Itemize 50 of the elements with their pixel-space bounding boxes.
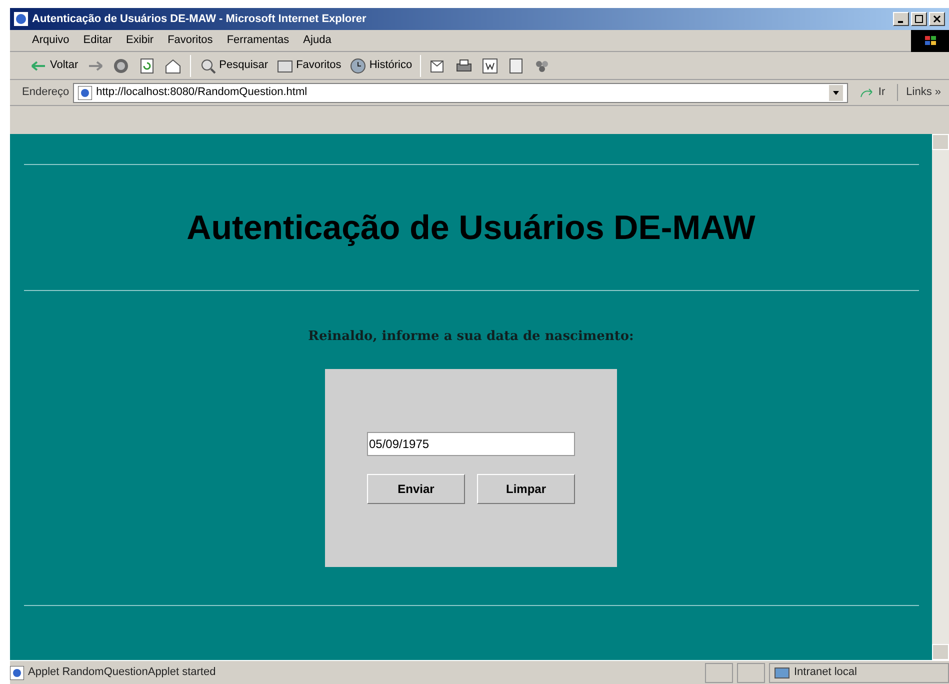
close-button[interactable] xyxy=(929,12,945,26)
maximize-button[interactable] xyxy=(911,12,927,26)
form-button[interactable]: Limpar xyxy=(477,474,575,504)
history-icon xyxy=(349,56,368,74)
stop-icon xyxy=(112,56,130,74)
page-heading: Autenticação de Usuários DE-MAW xyxy=(186,208,756,249)
menu-item[interactable]: Exibir xyxy=(126,32,154,49)
status-pane xyxy=(705,662,733,682)
close-icon xyxy=(933,15,941,23)
intranet-icon xyxy=(774,666,790,680)
scrollbar[interactable] xyxy=(932,134,949,660)
form-button[interactable]: Enviar xyxy=(367,474,465,504)
menu-item[interactable]: Editar xyxy=(83,32,112,49)
back-button[interactable]: Voltar xyxy=(30,56,78,74)
favorites-button[interactable]: Favoritos xyxy=(276,56,342,74)
menu-item[interactable]: Ajuda xyxy=(303,32,332,49)
browser-icon xyxy=(14,12,28,26)
refresh-icon xyxy=(138,56,156,74)
menu-item[interactable]: Arquivo xyxy=(32,32,70,49)
zone-label: Intranet local xyxy=(794,665,857,680)
history-button[interactable]: Histórico xyxy=(349,56,412,74)
search-button[interactable]: Pesquisar xyxy=(199,56,268,74)
maximize-icon xyxy=(915,15,923,23)
page-icon xyxy=(10,666,24,680)
birth-date-field[interactable]: 05/09/1975 xyxy=(367,432,575,456)
address-field[interactable]: http://localhost:8080/RandomQuestion.html xyxy=(73,82,848,102)
windows-logo-icon xyxy=(911,30,949,52)
edit-button[interactable] xyxy=(481,56,500,74)
page-icon xyxy=(507,56,526,74)
search-icon xyxy=(199,56,218,74)
printer-icon xyxy=(455,56,474,74)
prompt-text: Reinaldo, informe a sua data de nascimento: xyxy=(308,328,634,346)
print-button[interactable] xyxy=(455,56,474,74)
stop-button[interactable] xyxy=(112,56,130,74)
links-label[interactable]: Links » xyxy=(897,84,949,101)
refresh-button[interactable] xyxy=(138,56,156,74)
discuss-button[interactable] xyxy=(507,56,526,74)
status-pane xyxy=(737,662,765,682)
menu-item[interactable]: Ferramentas xyxy=(226,32,290,49)
status-message: Applet RandomQuestionApplet started xyxy=(28,665,217,680)
go-button[interactable]: Ir xyxy=(852,84,894,101)
menu-item[interactable]: Favoritos xyxy=(168,32,213,49)
minimize-button[interactable] xyxy=(893,12,909,26)
address-label: Endereço xyxy=(22,85,70,100)
page-icon xyxy=(78,86,92,100)
home-button[interactable] xyxy=(164,56,182,74)
home-icon xyxy=(164,56,182,74)
go-arrow-icon xyxy=(860,86,874,98)
document-icon xyxy=(481,56,500,74)
window-title: Autenticação de Usuários DE-MAW - Microsoft Internet Explorer xyxy=(32,12,368,27)
